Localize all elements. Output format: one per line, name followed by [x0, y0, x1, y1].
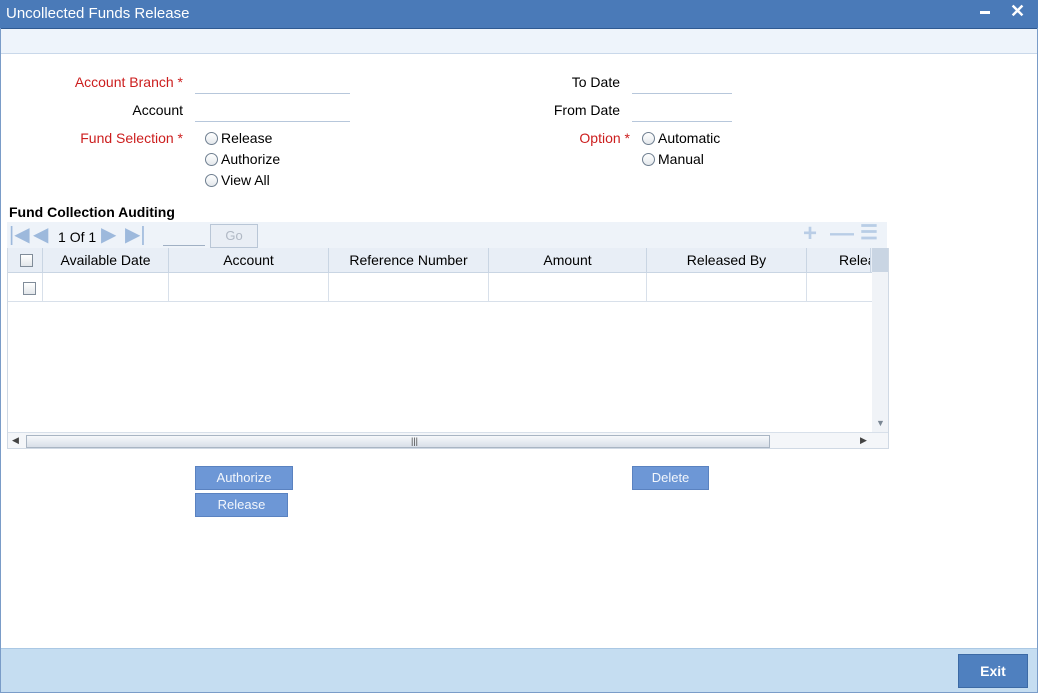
vertical-scrollbar[interactable]: ▼: [872, 248, 888, 432]
radio-circle-icon[interactable]: [205, 131, 218, 145]
col-account[interactable]: Account: [169, 248, 329, 272]
radio-circle-icon[interactable]: [642, 131, 655, 145]
first-page-icon[interactable]: |◀: [9, 225, 30, 245]
grid-header: Available Date Account Reference Number …: [8, 248, 888, 273]
cell-available-date[interactable]: [43, 273, 169, 301]
col-released-on[interactable]: Relea: [807, 248, 871, 272]
pager-total: 1: [88, 229, 97, 245]
release-button[interactable]: Release: [195, 493, 288, 517]
radio-circle-icon[interactable]: [205, 173, 218, 187]
account-branch-label: Account Branch *: [74, 74, 183, 90]
delete-button[interactable]: Delete: [632, 466, 709, 490]
from-date-label: From Date: [553, 102, 620, 118]
account-label: Account: [132, 102, 183, 118]
cell-reference-number[interactable]: [329, 273, 489, 301]
vertical-scroll-thumb[interactable]: [872, 248, 888, 272]
scroll-left-icon[interactable]: ◀: [12, 435, 19, 446]
minimize-icon[interactable]: [980, 11, 990, 14]
window-title: Uncollected Funds Release: [6, 5, 190, 22]
pager-of: Of: [69, 229, 85, 245]
add-row-icon[interactable]: +: [803, 220, 817, 248]
to-date-input[interactable]: [632, 73, 732, 94]
section-title: Fund Collection Auditing: [9, 204, 175, 220]
account-branch-input[interactable]: [195, 73, 350, 94]
footer-bar: [1, 648, 1037, 693]
scroll-down-icon[interactable]: ▼: [876, 418, 885, 428]
next-page-icon[interactable]: ▶: [101, 225, 116, 245]
select-all-checkbox[interactable]: [20, 254, 33, 267]
to-date-label: To Date: [571, 74, 620, 90]
radio-circle-icon[interactable]: [642, 152, 655, 166]
page-number-input[interactable]: [163, 245, 205, 246]
authorize-button[interactable]: Authorize: [195, 466, 293, 490]
exit-button[interactable]: Exit: [958, 654, 1028, 688]
toolbar-strip: [1, 29, 1037, 54]
row-checkbox[interactable]: [23, 282, 36, 295]
scroll-right-icon[interactable]: ▶: [860, 435, 867, 446]
horizontal-scrollbar[interactable]: ◀ ||| ▶: [8, 432, 888, 448]
option-label: Option *: [579, 130, 630, 146]
cell-released-by[interactable]: [647, 273, 807, 301]
grid-toolbar: |◀ ◀ ▶ ▶|: [7, 222, 887, 248]
account-input[interactable]: [195, 101, 350, 122]
from-date-input[interactable]: [632, 101, 732, 122]
prev-page-icon[interactable]: ◀: [33, 225, 48, 245]
radio-view-all[interactable]: View All: [205, 172, 270, 188]
last-page-icon[interactable]: ▶|: [125, 225, 146, 245]
pager-text: 1 Of 1: [58, 229, 96, 245]
fund-audit-grid: Available Date Account Reference Number …: [7, 248, 889, 449]
col-released-by[interactable]: Released By: [647, 248, 807, 272]
grip-icon: |||: [411, 436, 419, 446]
cell-account[interactable]: [169, 273, 329, 301]
row-select-cell: [8, 273, 43, 301]
table-row: [8, 273, 888, 302]
col-amount[interactable]: Amount: [489, 248, 647, 272]
col-reference-number[interactable]: Reference Number: [329, 248, 489, 272]
col-available-date[interactable]: Available Date: [43, 248, 169, 272]
delete-row-icon[interactable]: —: [830, 220, 854, 248]
radio-automatic[interactable]: Automatic: [642, 130, 720, 146]
radio-release[interactable]: Release: [205, 130, 272, 146]
horizontal-scroll-thumb[interactable]: |||: [26, 435, 770, 448]
pager-current: 1: [58, 229, 66, 245]
close-icon[interactable]: ✕: [1010, 1, 1025, 22]
cell-amount[interactable]: [489, 273, 647, 301]
fund-selection-label: Fund Selection *: [80, 130, 183, 146]
select-all-cell: [8, 248, 43, 272]
radio-manual[interactable]: Manual: [642, 151, 704, 167]
go-button[interactable]: Go: [210, 224, 258, 248]
window-titlebar: Uncollected Funds Release ✕: [0, 0, 1038, 29]
list-view-icon[interactable]: ☰: [860, 220, 878, 245]
radio-authorize[interactable]: Authorize: [205, 151, 280, 167]
radio-circle-icon[interactable]: [205, 152, 218, 166]
